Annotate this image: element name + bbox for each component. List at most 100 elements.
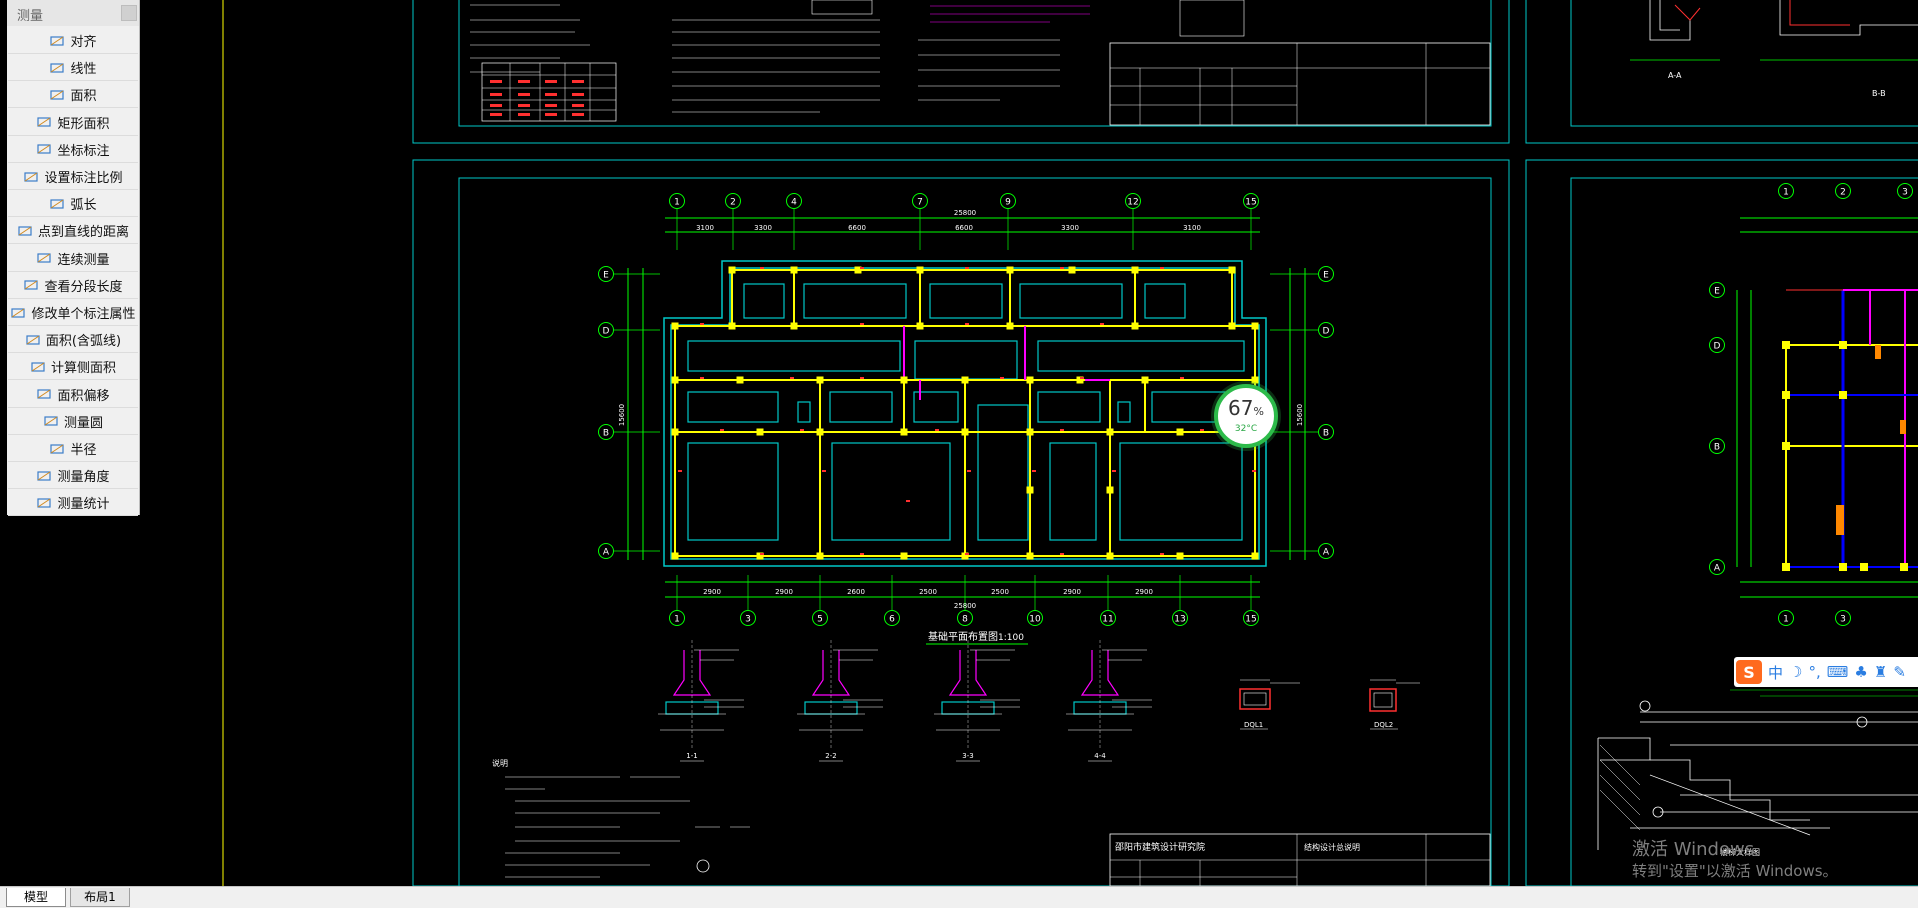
beam-label-2: DQL2 [1374,721,1393,729]
tool-statistics[interactable]: 测量统计 [8,490,138,517]
tool-edit-dimension[interactable]: 修改单个标注属性 [8,300,138,326]
voice-icon[interactable]: ♣ [1854,663,1867,681]
close-icon[interactable] [121,5,137,21]
red-mark-21 [860,553,864,555]
axis-bubble-bottom-4-label: 8 [962,615,968,625]
tab-layout1[interactable]: 布局1 [70,888,130,907]
column-10 [916,322,924,330]
red-mark-20 [760,553,764,555]
tool-label: 设置标注比例 [44,171,123,186]
dim-top-4: 3300 [1061,224,1079,232]
title-block-name: 结构设计总说明 [1304,842,1360,852]
tool-label: 面积偏移 [57,388,110,404]
plan-scale: 1:100 [998,633,1024,643]
column-30 [1026,428,1034,436]
red-annotation-marks [678,267,1256,555]
dim-top-0: 3100 [696,224,714,232]
panel-header: 测量 [7,0,139,26]
column-36 [816,552,824,560]
red-mark-7 [965,323,969,325]
column-21 [1026,376,1034,384]
tool-continuous-measure[interactable]: 连续测量 [8,245,138,272]
stair-detail [1597,700,1918,850]
measure-panel: 测量 对齐 线性 面积 矩形面积 坐标标注设置标注比例 弧长点到直线的距离连续测量 查看分段… [7,0,140,517]
cad-drawing-svg[interactable]: 1 2 4 7 9 12 151 3 5 6 8 10 11 13 15E ED DB BA A 258002580… [0,0,1918,886]
red-mark-18 [1060,429,1064,431]
tool-label: 计算侧面积 [50,361,116,377]
usage-value: 67 [1228,396,1254,420]
angle-icon [36,469,52,483]
axis-bubble-right-1-label: D [1323,327,1330,337]
cad-drawing-canvas[interactable]: 1 2 4 7 9 12 15 1 3 5 6 8 10 11 13 15 E E D D B B A A 25800 2580… [0,0,1918,886]
axis-bubble-top-6-label: 15 [1245,198,1256,208]
tool-linear-dimension[interactable]: 线性 [8,55,138,82]
red-mark-15 [720,429,724,431]
cpu-usage-badge[interactable]: 67% 32°C [1214,384,1278,448]
ime-lang-toggle[interactable]: 中 [1768,662,1783,683]
point-line-distance-icon [17,224,33,238]
dim-top-1: 3300 [754,224,772,232]
column-3 [916,266,924,274]
tool-area[interactable]: 面积 [8,82,138,109]
tool-area-offset[interactable]: 面积偏移 [8,381,138,408]
tool-label: 半径 [70,443,97,458]
column-7 [1228,266,1236,274]
punctuation-icon[interactable]: °, [1808,663,1820,681]
tool-label: 弧长 [70,198,97,214]
column-18 [816,376,824,384]
tool-arc-length[interactable]: 弧长 [8,191,138,218]
tool-label: 点到直线的距离 [37,225,129,241]
tool-point-line-distance[interactable]: 点到直线的距离 [8,218,138,245]
panel-title: 测量 [17,9,44,24]
red-mark-17 [935,429,939,431]
right-axis-bubbles: 1 2 3 1 3 E D B A [1709,183,1913,626]
column-0 [728,266,736,274]
skin-icon[interactable]: ♜ [1874,663,1887,681]
tool-side-area[interactable]: 计算侧面积 [8,354,138,381]
column-44 [1026,486,1034,494]
section-label-2: 3-3 [962,752,973,760]
red-mark-22 [965,553,969,555]
keyboard-icon[interactable]: ⌨ [1827,663,1849,681]
beam-sections: DQL1 DQL2 [1239,679,1420,730]
tool-segment-length[interactable]: 查看分段长度 [8,272,138,299]
area-offset-icon [36,387,52,401]
tool-label: 测量角度 [57,470,110,486]
dim-total-bottom: 25800 [954,602,976,610]
align-icon [49,34,65,48]
column-26 [756,428,764,436]
column-1 [790,266,798,274]
axis-bubble-top-2-label: 4 [791,198,797,208]
tool-angle[interactable]: 测量角度 [8,463,138,490]
tool-rect-area[interactable]: 矩形面积 [8,109,138,136]
red-mark-24 [1160,553,1164,555]
ime-logo-icon[interactable]: S [1736,660,1762,684]
column-13 [1228,322,1236,330]
dim-bottom-5: 2900 [1063,588,1081,596]
dim-side-right: 15600 [1296,404,1304,426]
axis-bubble-bottom-0-label: 1 [674,615,680,625]
tool-measure-circle[interactable]: 测量圆 [8,408,138,435]
tool-coordinate[interactable]: 坐标标注 [8,136,138,163]
axis-bubble-bottom-3-label: 6 [889,615,895,625]
tool-label: 测量圆 [63,415,103,431]
tab-model[interactable]: 模型 [6,888,66,907]
axis-bubble-right-3-label: A [1323,548,1330,558]
axis-bubble-right-2-label: B [1323,429,1329,439]
column-20 [961,376,969,384]
red-mark-14 [1180,377,1184,379]
right-bubble-top-label: 1 [1783,188,1789,198]
tool-radius[interactable]: 半径 [8,436,138,462]
moon-icon[interactable]: ☽ [1789,663,1802,681]
tool-align[interactable]: 对齐 [8,28,138,54]
settings-wrench-icon[interactable]: ✎ [1893,663,1906,681]
column-6 [1131,266,1139,274]
tool-scale[interactable]: 设置标注比例 [8,164,138,190]
right-bubble-top-label: 3 [1902,188,1908,198]
dim-bottom-4: 2500 [991,588,1009,596]
column-40 [1106,552,1114,560]
sheet-frame-right [1525,159,1918,886]
beams [903,326,1110,400]
ime-toolbar[interactable]: S 中 ☽ °, ⌨ ♣ ♜ ✎ [1734,657,1918,687]
tool-arc-area[interactable]: 面积(含弧线) [8,327,138,354]
